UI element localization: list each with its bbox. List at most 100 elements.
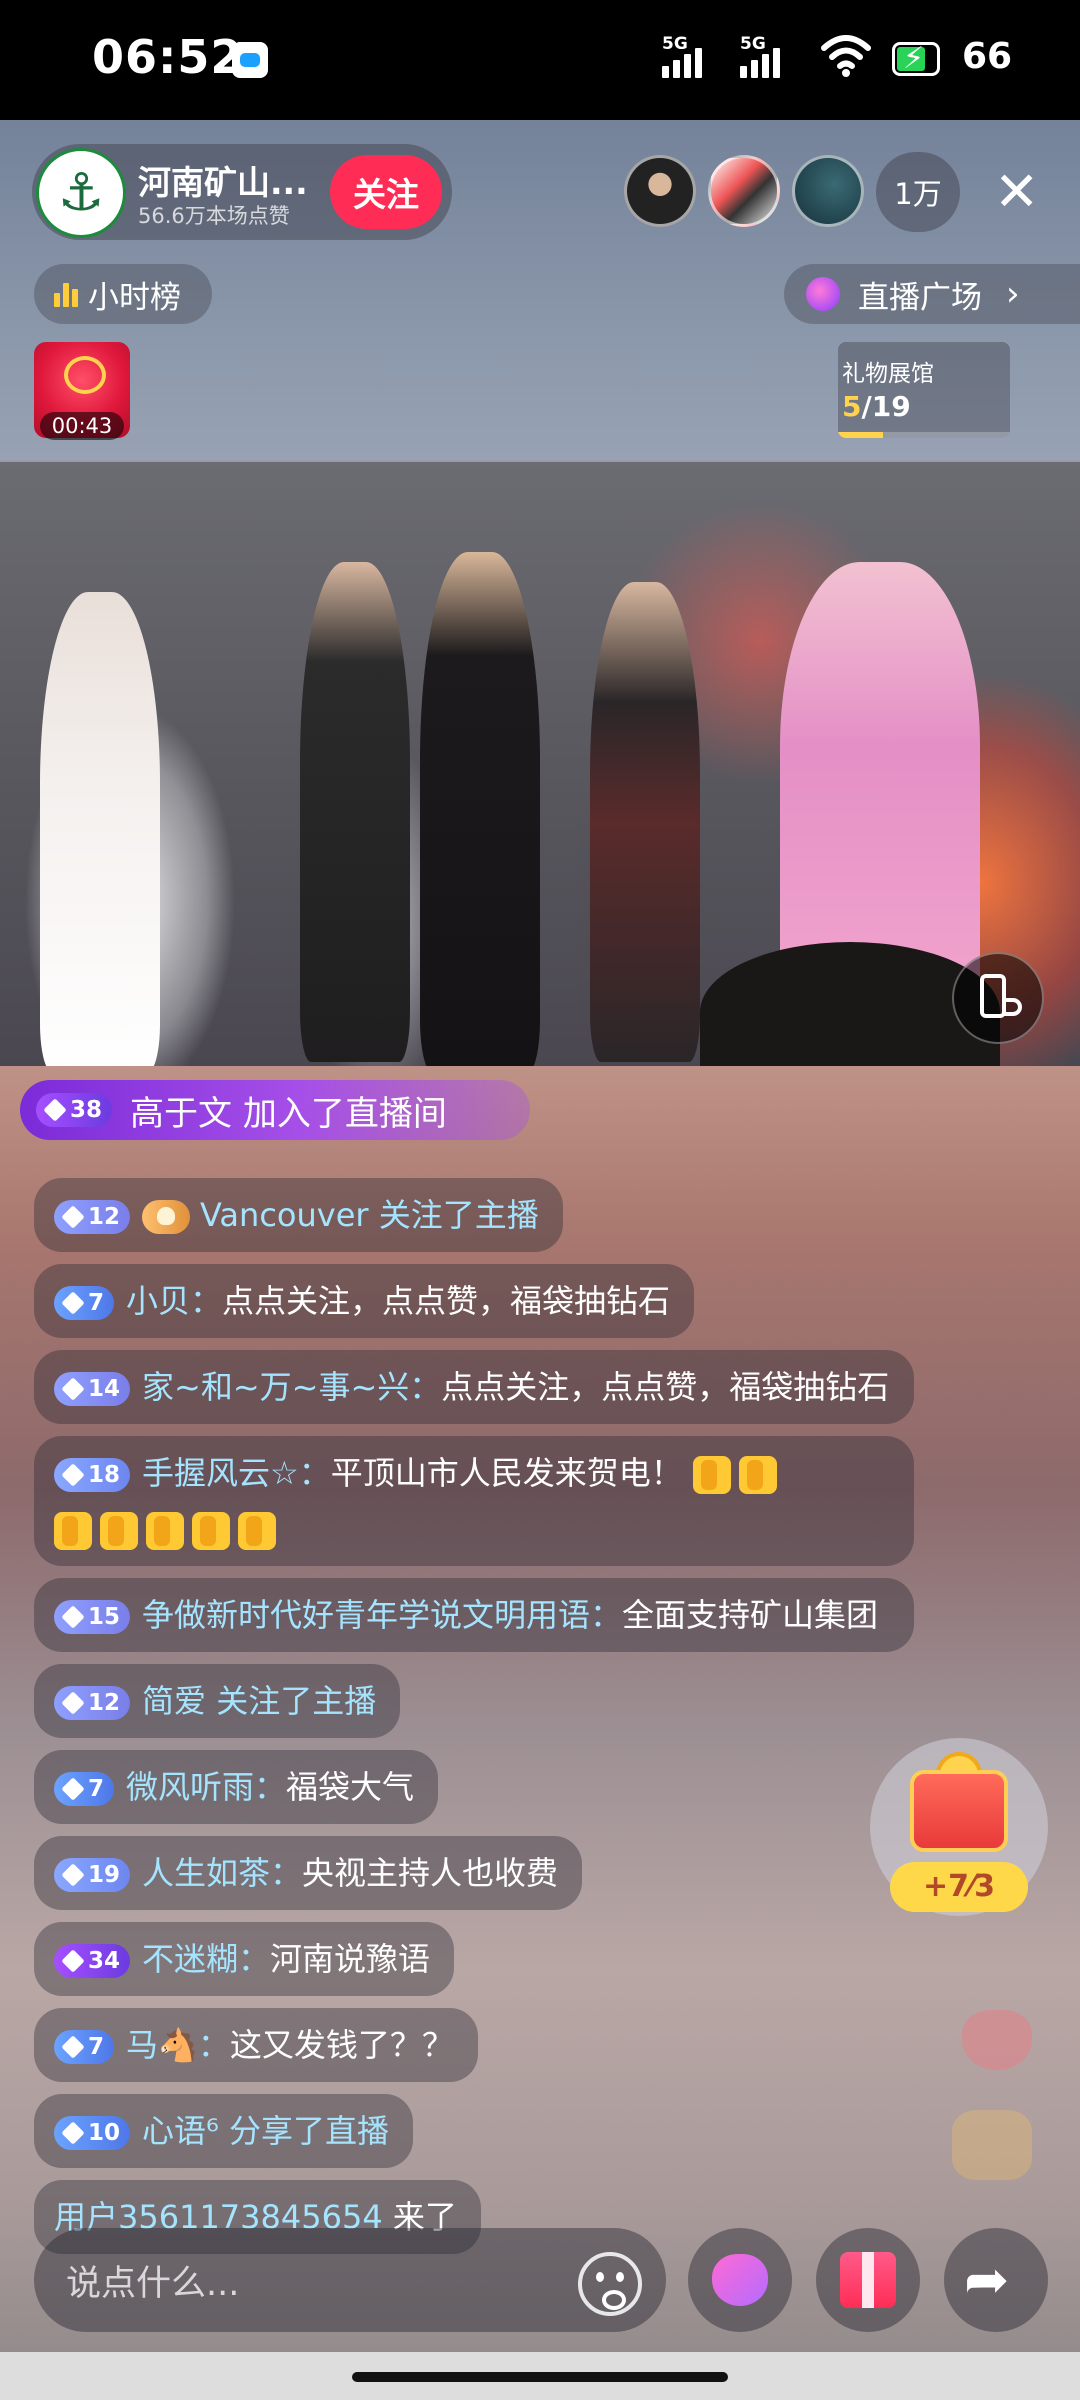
- chat-text: 平顶山市人民发来贺电！: [330, 1454, 683, 1492]
- like-button[interactable]: [688, 2228, 792, 2332]
- app-notification-icon: [232, 42, 268, 78]
- sim1-label: 5G: [662, 34, 688, 54]
- chat-text: 央视主持人也收费: [302, 1854, 559, 1892]
- level-badge: 34: [54, 1944, 131, 1978]
- home-indicator[interactable]: [352, 2372, 728, 2382]
- thumbs-up-icon: [192, 1512, 230, 1550]
- thumbs-up-icon: [692, 1456, 731, 1494]
- share-button[interactable]: ➦: [944, 2228, 1048, 2332]
- close-icon[interactable]: ✕: [994, 160, 1039, 224]
- chat-text: 点点关注，点点赞，福袋抽钻石: [222, 1282, 671, 1320]
- gift-icon: [840, 2252, 896, 2308]
- thumbs-up-icon: [100, 1512, 138, 1550]
- performer-dancer-1: [300, 562, 410, 1062]
- live-plaza-button[interactable]: 直播广场 ›: [784, 264, 1080, 324]
- level-badge: 19: [54, 1858, 131, 1892]
- chat-text: 福袋大气: [286, 1768, 415, 1806]
- host-likes: 56.6万本场点赞: [138, 204, 290, 228]
- join-banner: 38 高于文 加入了直播间: [20, 1080, 530, 1140]
- signal-icon: 5G: [662, 34, 702, 78]
- chat-user[interactable]: 简爱: [142, 1682, 206, 1720]
- viewer-avatar-3[interactable]: [792, 155, 864, 227]
- gift-button[interactable]: [816, 2228, 920, 2332]
- chat-message[interactable]: 15 争做新时代好青年学说文明用语：全面支持矿山集团: [34, 1578, 914, 1652]
- chat-text: 关注了主播: [368, 1196, 539, 1234]
- gift-hall-progress-bar: [838, 432, 1010, 438]
- wifi-icon: [821, 35, 871, 77]
- chat-user[interactable]: 手握风云☆：: [142, 1454, 331, 1492]
- viewer-count[interactable]: 1万: [876, 152, 960, 232]
- chat-user[interactable]: 人生如茶：: [142, 1854, 302, 1892]
- chat-user[interactable]: 马🐴：: [126, 2026, 230, 2064]
- treasure-label: +7⁄3: [890, 1862, 1028, 1912]
- chevron-right-icon: ›: [1006, 274, 1020, 314]
- chat-user[interactable]: 争做新时代好青年学说文明用语：: [142, 1596, 622, 1634]
- chat-text: 关注了主播: [206, 1682, 377, 1720]
- share-icon: ➦: [964, 2248, 1010, 2311]
- chat-user[interactable]: 心语⁶: [142, 2112, 219, 2150]
- heart-icon: [712, 2254, 768, 2306]
- host-name[interactable]: 河南矿山...: [138, 156, 308, 204]
- comment-input[interactable]: 说点什么...: [34, 2228, 666, 2332]
- gift-hall-progress-current: 5: [842, 390, 862, 423]
- emoji-icon[interactable]: [578, 2252, 642, 2316]
- gift-hall-progress-total: /19: [861, 390, 911, 423]
- floating-heart-icon: [962, 2010, 1032, 2070]
- hour-rank-button[interactable]: 小时榜: [34, 264, 212, 324]
- comment-placeholder: 说点什么...: [66, 2263, 240, 2304]
- chat-message[interactable]: 10 心语⁶ 分享了直播: [34, 2094, 414, 2168]
- chat-message[interactable]: 18 手握风云☆：平顶山市人民发来贺电！: [34, 1436, 914, 1566]
- lucky-bag-timer: 00:43: [40, 412, 124, 440]
- thumbs-up-icon: [146, 1512, 184, 1550]
- gift-hall-widget[interactable]: 礼物展馆 5/19: [838, 342, 1010, 438]
- chat-user[interactable]: 微风听雨：: [126, 1768, 286, 1806]
- level-badge: 7: [54, 2030, 115, 2064]
- chat-message[interactable]: 19 人生如茶：央视主持人也收费: [34, 1836, 583, 1910]
- chat-user[interactable]: 小贝：: [126, 1282, 222, 1320]
- chat-user[interactable]: Vancouver: [200, 1196, 369, 1234]
- live-video[interactable]: [0, 462, 1080, 1066]
- gift-hall-progress: 5/19: [842, 390, 911, 423]
- chat-message[interactable]: 7 小贝：点点关注，点点赞，福袋抽钻石: [34, 1264, 695, 1338]
- level-badge: 14: [54, 1372, 131, 1406]
- chat-text: 这又发钱了？？: [229, 2026, 454, 2064]
- hour-rank-label: 小时榜: [88, 279, 181, 316]
- chat-message[interactable]: 12 简爱 关注了主播: [34, 1664, 401, 1738]
- performer-dancer-2: [590, 582, 700, 1062]
- host-avatar[interactable]: ⚓: [36, 148, 126, 238]
- chat-text: 河南说豫语: [270, 1940, 431, 1978]
- performer-bride: [40, 592, 160, 1066]
- chat-message[interactable]: 34 不迷糊：河南说豫语: [34, 1922, 455, 1996]
- viewer-avatar-1[interactable]: [624, 155, 696, 227]
- planet-icon: [806, 277, 840, 311]
- chat-list[interactable]: 12 Vancouver 关注了主播 7 小贝：点点关注，点点赞，福袋抽钻石 14 家…: [34, 1178, 914, 2266]
- fan-club-badge-icon: [142, 1200, 191, 1234]
- chat-message[interactable]: 7 微风听雨：福袋大气: [34, 1750, 439, 1824]
- level-badge: 10: [54, 2116, 131, 2150]
- chat-message[interactable]: 7 马🐴：这又发钱了？？: [34, 2008, 478, 2082]
- live-plaza-label: 直播广场: [858, 279, 982, 316]
- level-badge: 38: [36, 1093, 113, 1127]
- chat-user[interactable]: 家~和~万~事~兴：: [142, 1368, 441, 1406]
- chat-user[interactable]: 不迷糊：: [142, 1940, 270, 1978]
- battery-icon: ⚡: [892, 41, 940, 76]
- level-badge: 12: [54, 1686, 131, 1720]
- viewer-avatar-2[interactable]: [708, 155, 780, 227]
- join-text: 高于文 加入了直播间: [130, 1093, 447, 1134]
- floating-star-icon: [952, 2110, 1032, 2180]
- level-badge: 18: [54, 1458, 131, 1492]
- follow-button[interactable]: 关注: [330, 155, 442, 229]
- chat-text: 分享了直播: [218, 2112, 390, 2150]
- chat-text: 全面支持矿山集团: [622, 1596, 879, 1634]
- signal-icon-2: 5G: [740, 34, 780, 78]
- level-badge: 7: [54, 1286, 115, 1320]
- level-badge: 12: [54, 1200, 131, 1234]
- chat-text: 点点关注，点点赞，福袋抽钻石: [441, 1368, 890, 1406]
- chat-message[interactable]: 12 Vancouver 关注了主播: [34, 1178, 563, 1252]
- rotate-screen-icon[interactable]: [952, 952, 1044, 1044]
- chat-message[interactable]: 14 家~和~万~事~兴：点点关注，点点赞，福袋抽钻石: [34, 1350, 914, 1424]
- status-time: 06:52: [92, 30, 244, 84]
- anchor-logo-icon: ⚓: [57, 163, 105, 223]
- thumbs-up-icon: [238, 1512, 276, 1550]
- level-badge: 7: [54, 1772, 115, 1806]
